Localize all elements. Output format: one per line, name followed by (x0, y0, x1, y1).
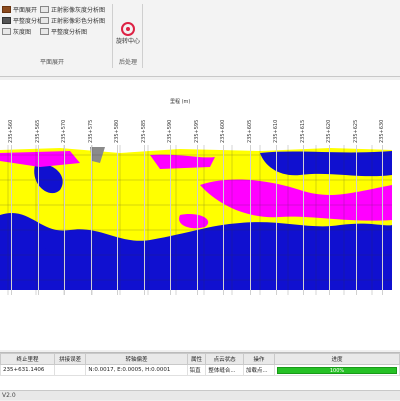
x-tick-label: 235+570 (61, 119, 67, 143)
grid-line (355, 145, 357, 295)
column-header: 点云状态 (205, 353, 244, 365)
column-header: 属性 (186, 353, 207, 365)
x-tick-label: 235+575 (87, 119, 94, 143)
grid-line (143, 145, 145, 295)
grid-line (37, 145, 39, 295)
grid-line (382, 145, 383, 295)
ribbon-item-flatness[interactable]: 平整度分析 (2, 16, 43, 25)
x-tick-label: 235+600 (220, 119, 226, 143)
column-header: 转轴偏差 (85, 353, 188, 365)
rotate-center-label: 旋转中心 (116, 38, 141, 45)
cell-stitch-error (53, 364, 87, 376)
x-tick-label: 235+580 (114, 119, 120, 143)
ribbon-item-label: 平面展开 (13, 7, 38, 14)
cell-operation[interactable]: 加载点... (242, 364, 276, 376)
ribbon-toolbar: 平面展开 平整度分析 灰度图 正射影像灰度分析图 正射影像彩色分析图 平整度分析… (0, 0, 400, 77)
ortho-gray-icon (40, 6, 49, 13)
target-icon (121, 22, 135, 36)
grid-line (117, 145, 118, 295)
flatness-icon (2, 17, 11, 24)
x-tick-label: 235+620 (326, 119, 332, 143)
ribbon-item-label: 灰度图 (13, 29, 32, 36)
grid-line (196, 145, 198, 295)
x-tick-label: 235+560 (8, 119, 14, 143)
plane-unfold-icon (2, 6, 11, 13)
ribbon-item-label: 正射影像彩色分析图 (51, 18, 106, 25)
x-tick-label: 235+565 (34, 119, 41, 143)
grid-line (11, 145, 12, 295)
x-tick-label: 235+615 (299, 119, 306, 143)
x-tick-label: 235+610 (273, 119, 279, 143)
grayscale-icon (2, 28, 11, 35)
ribbon-item-grayscale[interactable]: 灰度图 (2, 27, 31, 36)
ribbon-item-label: 平整度分析图 (51, 29, 88, 36)
table-header-row: 终止里程 拼接误差 转轴偏差 属性 点云状态 操作 进度 (0, 353, 400, 365)
x-tick-label: 235+595 (193, 119, 200, 143)
grid-line (223, 145, 224, 295)
column-header: 拼接误差 (53, 353, 87, 365)
cell-progress: 100% (274, 364, 400, 376)
ribbon-item-label: 正射影像灰度分析图 (51, 7, 106, 14)
grid-line (64, 145, 65, 295)
x-axis-title: 里程 (m) (170, 99, 191, 105)
column-header: 终止里程 (0, 353, 55, 365)
rotate-center-button[interactable]: 旋转中心 (116, 22, 140, 45)
ribbon-item-flatness-map[interactable]: 平整度分析图 (40, 27, 87, 36)
ribbon-item-ortho-color[interactable]: 正射影像彩色分析图 (40, 16, 105, 25)
x-tick-label: 235+590 (167, 119, 173, 143)
table-row[interactable]: 235+631.1406 N:0.0017, E:0.0005, H:0.000… (0, 364, 400, 376)
task-table: 终止里程 拼接误差 转轴偏差 属性 点云状态 操作 进度 235+631.140… (0, 352, 400, 391)
flatness-map-icon (40, 28, 49, 35)
blue-region (260, 151, 392, 177)
ribbon-item-plane-unfold[interactable]: 平面展开 (2, 5, 37, 14)
x-tick-label: 235+630 (379, 119, 385, 143)
ribbon-item-label: 平整度分析 (13, 18, 44, 25)
x-tick-label: 235+585 (140, 119, 147, 143)
cell-end-mileage: 235+631.1406 (0, 364, 55, 376)
grid-line (276, 145, 277, 295)
grid-line (302, 145, 304, 295)
ribbon-separator (142, 4, 143, 68)
cell-cloud-status: 整体缝合... (205, 364, 244, 376)
x-tick-label: 235+605 (246, 119, 253, 143)
column-header: 进度 (274, 353, 400, 365)
grid-line (90, 145, 92, 295)
x-tick-label: 235+625 (352, 119, 359, 143)
ribbon-item-ortho-gray[interactable]: 正射影像灰度分析图 (40, 5, 105, 14)
cell-axis-deviation: N:0.0017, E:0.0005, H:0.0001 (85, 364, 188, 376)
postprocess-group-label: 后处理 (119, 59, 138, 66)
ortho-color-icon (40, 17, 49, 24)
grid-line (249, 145, 251, 295)
ribbon-group-label: 平面展开 (40, 59, 65, 66)
grid-line (329, 145, 330, 295)
progress-bar: 100% (277, 366, 397, 374)
status-bar: V2.0 (0, 390, 400, 400)
grid-line (170, 145, 171, 295)
cell-attribute: 铅直 (186, 364, 207, 376)
column-header: 操作 (242, 353, 276, 365)
ribbon-separator (112, 4, 113, 68)
